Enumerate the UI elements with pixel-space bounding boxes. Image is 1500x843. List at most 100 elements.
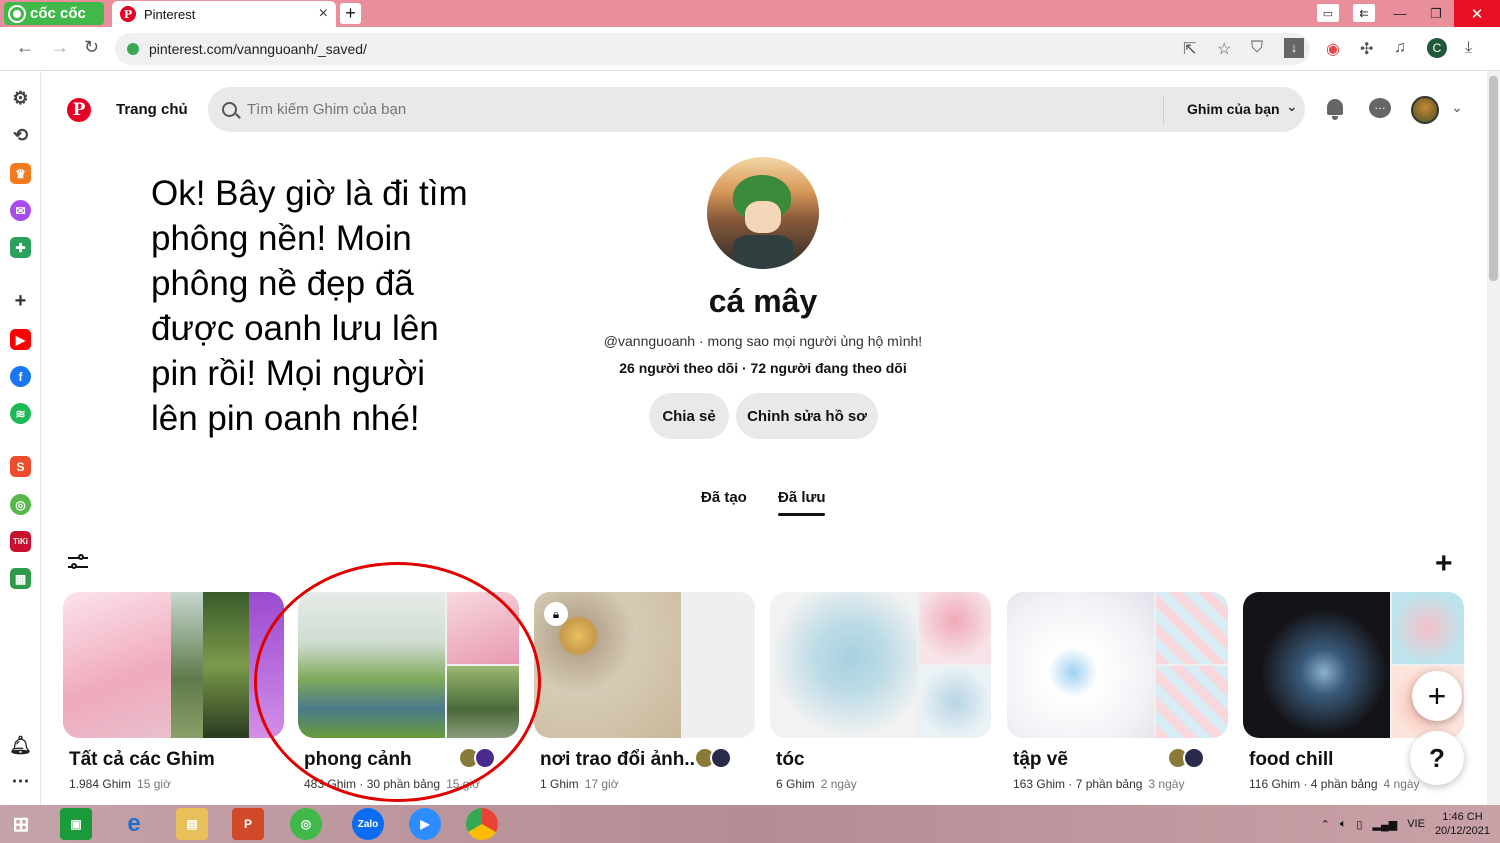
- battery-icon[interactable]: ▯: [1356, 818, 1362, 831]
- annotation-red-circle: [254, 562, 541, 802]
- browser-sidebar: ⚙ ⟲ ♛ ✉ ✚ + ▶ f ≋ S ◎ TiKi ▦ 🔔︎ ⋯: [0, 71, 41, 805]
- screenshot-icon[interactable]: ▭: [1317, 4, 1339, 22]
- windows-start-icon[interactable]: ⊞: [5, 808, 37, 840]
- url-input[interactable]: pinterest.com/vannguoanh/_saved/: [115, 33, 1310, 65]
- chevron-down-icon[interactable]: ⌄: [1286, 98, 1298, 115]
- scrollbar-thumb[interactable]: [1489, 76, 1498, 281]
- bookmark-star-icon[interactable]: ☆: [1217, 39, 1231, 59]
- your-pins-filter[interactable]: Ghim của bạn: [1187, 101, 1280, 117]
- zalo-icon[interactable]: Zalo: [352, 808, 384, 840]
- coccoc-menu-button[interactable]: cốc cốc: [4, 2, 104, 25]
- board-cover: 🔒︎: [534, 592, 755, 738]
- tab-close-button[interactable]: ×: [319, 5, 328, 23]
- store-icon[interactable]: ▣: [60, 808, 92, 840]
- sheets-icon[interactable]: ▦: [10, 568, 31, 589]
- shopee-icon[interactable]: S: [10, 456, 31, 477]
- floating-add-button[interactable]: +: [1412, 671, 1462, 721]
- tab-created[interactable]: Đã tạo: [701, 489, 747, 506]
- close-window-button[interactable]: ✕: [1454, 0, 1500, 27]
- help-button[interactable]: ?: [1410, 731, 1464, 785]
- account-chevron-icon[interactable]: ⌄: [1451, 99, 1463, 116]
- active-tab-indicator: [778, 513, 825, 516]
- powerpoint-icon[interactable]: P: [232, 808, 264, 840]
- back-arrow-icon[interactable]: ⇇: [1353, 4, 1375, 22]
- board-title: food chill: [1249, 749, 1334, 770]
- add-sidebar-icon[interactable]: +: [10, 290, 31, 312]
- url-text: pinterest.com/vannguoanh/_saved/: [149, 41, 367, 57]
- board-meta: 1 Ghim 17 giờ: [540, 777, 619, 791]
- profile-follow-counts[interactable]: 26 người theo dõi · 72 người đang theo d…: [507, 360, 1019, 376]
- annotation-caption: Ok! Bây giờ là đi tìm phông nền! Moin ph…: [151, 174, 468, 438]
- messenger-icon[interactable]: ✉: [10, 200, 31, 221]
- minimize-button[interactable]: —: [1382, 0, 1418, 27]
- board-meta: 6 Ghim 2 ngày: [776, 777, 857, 791]
- filter-sliders-icon[interactable]: [68, 552, 90, 574]
- profile-picture: [707, 157, 819, 269]
- profile-avatar-icon[interactable]: C: [1427, 38, 1447, 58]
- coccoc-map-icon[interactable]: ◎: [10, 494, 31, 515]
- profile-bio: @vannguoanh · mong sao mọi người ủng hộ …: [603, 333, 923, 349]
- board-meta: 116 Ghim · 4 phần bảng 4 ngày: [1249, 777, 1420, 791]
- collaborator-avatars: [1167, 747, 1211, 769]
- download-page-icon[interactable]: ↓: [1284, 38, 1304, 58]
- tab-saved[interactable]: Đã lưu: [778, 489, 826, 506]
- windows-taskbar: ⊞ ▣ e ▤ P ◎ Zalo ▶ ⌃ 🔈︎ ▯ ▂▄▆ VIE 1:46 C…: [0, 805, 1500, 843]
- new-tab-button[interactable]: +: [340, 3, 361, 24]
- notifications-bell-icon[interactable]: [1324, 98, 1346, 120]
- youtube-icon[interactable]: ▶: [10, 329, 31, 350]
- more-options-icon[interactable]: ⋯: [10, 771, 31, 792]
- reload-button[interactable]: ↻: [84, 37, 99, 58]
- shield-icon[interactable]: ⛉: [1251, 39, 1263, 57]
- messages-icon[interactable]: …: [1369, 98, 1391, 120]
- board-meta: 163 Ghim · 7 phần bảng 3 ngày: [1013, 777, 1185, 791]
- board-title: tóc: [776, 749, 805, 770]
- home-link[interactable]: Trang chủ: [116, 101, 188, 118]
- tiki-icon[interactable]: TiKi: [10, 531, 31, 552]
- forward-button[interactable]: →: [51, 37, 69, 58]
- gamepad-icon[interactable]: ✚: [10, 237, 31, 258]
- extension-coccoc-icon[interactable]: ◉: [1326, 39, 1340, 59]
- history-icon[interactable]: ⟲: [10, 125, 31, 146]
- browser-tab-pinterest[interactable]: P Pinterest ×: [112, 1, 336, 27]
- page-scrollbar[interactable]: [1487, 71, 1500, 805]
- extensions-puzzle-icon[interactable]: ✣: [1360, 39, 1373, 59]
- settings-gear-icon[interactable]: ⚙: [10, 88, 31, 109]
- user-avatar[interactable]: [1411, 96, 1439, 124]
- board-cover: [63, 592, 284, 738]
- file-explorer-icon[interactable]: ▤: [176, 808, 208, 840]
- board-title: nơi trao đổi ảnh...: [540, 749, 701, 770]
- clock-date: 20/12/2021: [1434, 825, 1490, 837]
- chrome-icon[interactable]: [466, 808, 498, 840]
- pinterest-logo-icon[interactable]: P: [67, 98, 91, 122]
- back-button[interactable]: ←: [16, 37, 34, 58]
- crown-icon[interactable]: ♛: [10, 163, 31, 184]
- internet-explorer-icon[interactable]: e: [118, 808, 150, 840]
- zoom-icon[interactable]: ▶: [409, 808, 441, 840]
- profile-handle: @vannguoanh: [603, 333, 696, 349]
- facebook-icon[interactable]: f: [10, 366, 31, 387]
- create-board-plus-icon[interactable]: +: [1435, 547, 1453, 581]
- network-icon[interactable]: ▂▄▆: [1372, 818, 1397, 831]
- clock[interactable]: 1:46 CH 20/12/2021: [1435, 810, 1490, 838]
- lock-icon: 🔒︎: [544, 602, 568, 626]
- secure-lock-icon: [127, 43, 139, 55]
- search-input[interactable]: [247, 101, 1147, 118]
- share-page-icon[interactable]: ⇱: [1183, 39, 1196, 59]
- tray-up-arrow-icon[interactable]: ⌃: [1321, 818, 1330, 831]
- browser-brand: cốc cốc: [30, 5, 86, 22]
- playlist-icon[interactable]: ♫: [1394, 39, 1406, 57]
- profile-name: cá mây: [708, 283, 818, 319]
- maximize-button[interactable]: ❐: [1418, 0, 1454, 27]
- share-profile-button[interactable]: Chia sẻ: [649, 393, 729, 439]
- coccoc-taskbar-icon[interactable]: ◎: [290, 808, 322, 840]
- system-tray: ⌃ 🔈︎ ▯ ▂▄▆ VIE 1:46 CH 20/12/2021: [1321, 809, 1490, 839]
- input-language[interactable]: VIE: [1407, 818, 1425, 830]
- spotify-icon[interactable]: ≋: [10, 403, 31, 424]
- volume-icon[interactable]: 🔈︎: [1340, 818, 1347, 831]
- downloads-icon[interactable]: ⤓: [1465, 39, 1472, 57]
- coccoc-logo-icon: [8, 4, 26, 23]
- notification-bell-icon[interactable]: 🔔︎: [9, 735, 32, 756]
- edit-profile-button[interactable]: Chỉnh sửa hồ sơ: [736, 393, 878, 439]
- search-bar[interactable]: Ghim của bạn ⌄: [208, 87, 1305, 132]
- profile-bio-text: mong sao mọi người ủng hộ mình!: [707, 333, 923, 349]
